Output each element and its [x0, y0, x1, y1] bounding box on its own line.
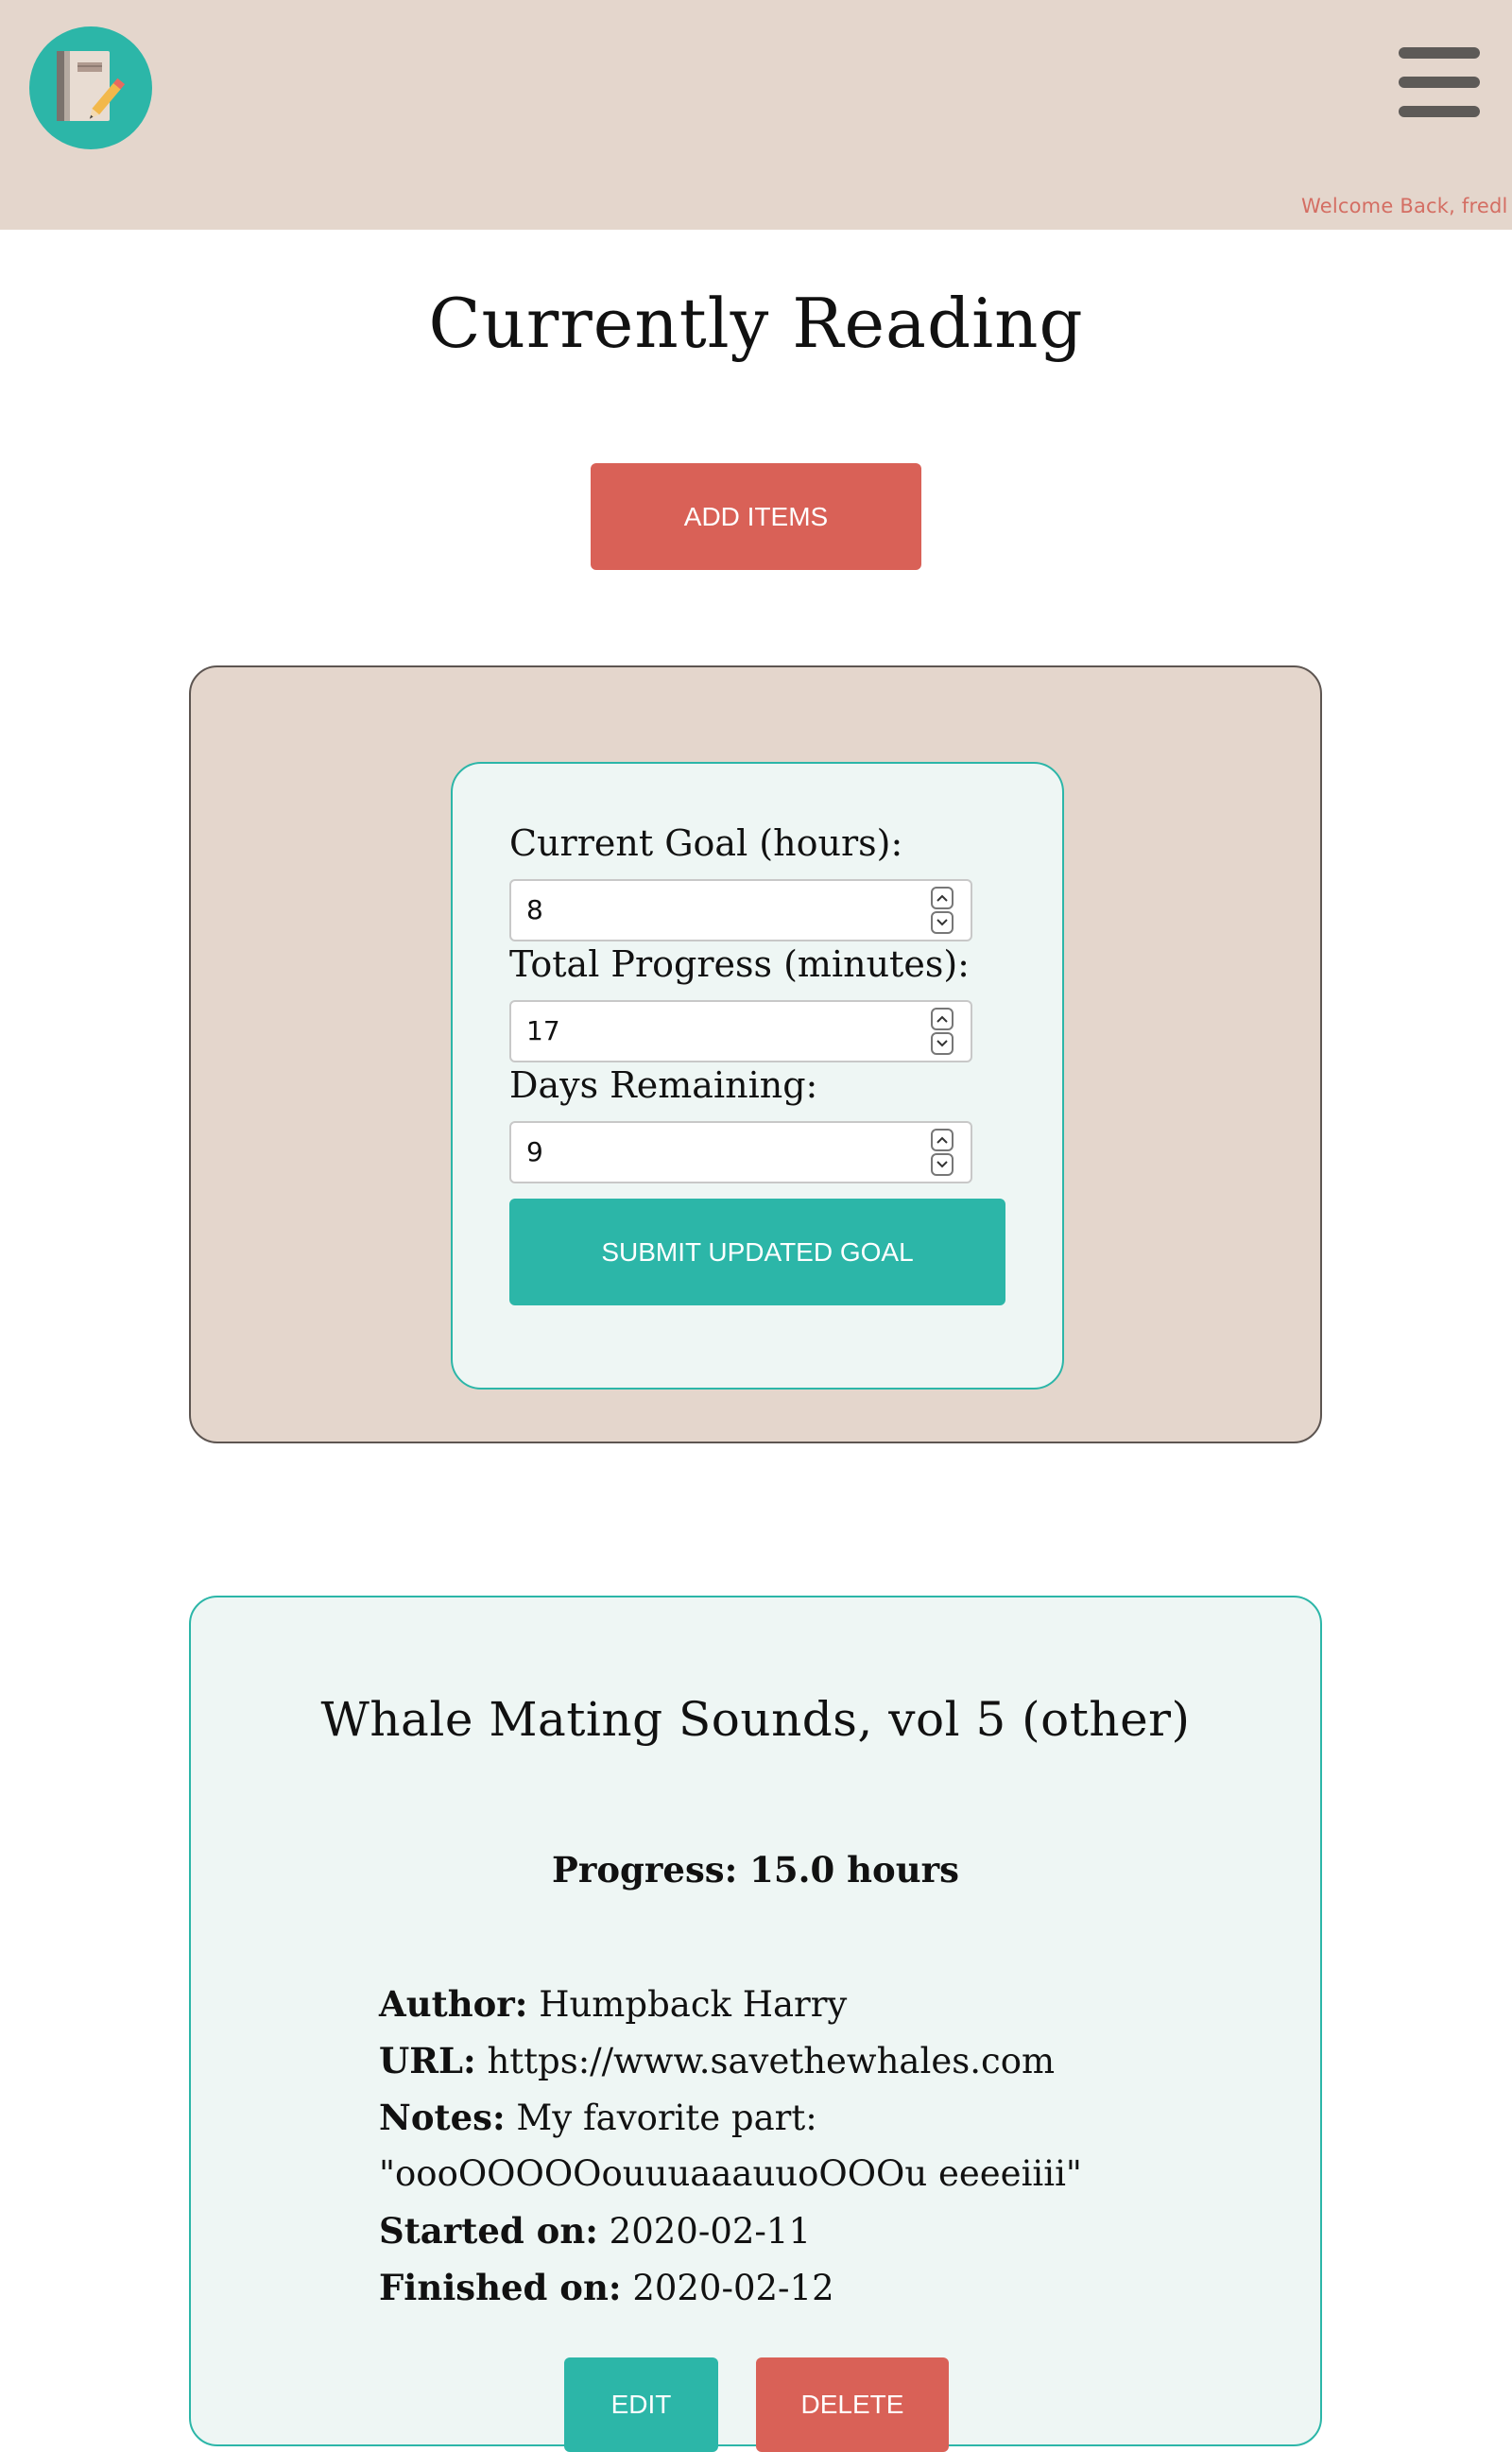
delete-button[interactable]: DELETE [756, 2357, 949, 2452]
total-progress-value: 17 [526, 1015, 560, 1046]
days-remaining-input[interactable]: 9 [509, 1121, 972, 1183]
page-title: Currently Reading [428, 284, 1084, 363]
notebook-pencil-icon[interactable] [29, 26, 152, 149]
total-progress-label: Total Progress (minutes): [509, 943, 970, 985]
finished-row: Finished on: 2020-02-12 [379, 2267, 834, 2308]
author-row: Author: Humpback Harry [379, 1983, 847, 2025]
welcome-message: Welcome Back, fredl [1301, 195, 1508, 217]
hamburger-menu-icon[interactable] [1399, 45, 1482, 119]
goal-form: Current Goal (hours): 8 Total Progress (… [451, 762, 1064, 1390]
chevron-up-icon[interactable] [931, 1008, 954, 1030]
add-items-button[interactable]: ADD ITEMS [591, 463, 921, 570]
author-label: Author: [379, 1983, 528, 2025]
total-progress-input[interactable]: 17 [509, 1000, 972, 1062]
current-goal-stepper[interactable] [931, 887, 955, 936]
chevron-down-icon[interactable] [931, 1032, 954, 1055]
current-goal-input[interactable]: 8 [509, 879, 972, 941]
total-progress-stepper[interactable] [931, 1008, 955, 1057]
item-progress: Progress: 15.0 hours [552, 1849, 959, 1891]
started-label: Started on: [379, 2210, 598, 2252]
chevron-down-icon[interactable] [931, 1153, 954, 1176]
finished-label: Finished on: [379, 2267, 622, 2308]
goal-section: Current Goal (hours): 8 Total Progress (… [189, 665, 1322, 1443]
url-value: https://www.savethewhales.com [487, 2041, 1056, 2081]
author-value: Humpback Harry [539, 1984, 848, 2025]
days-remaining-label: Days Remaining: [509, 1064, 818, 1106]
edit-button[interactable]: EDIT [564, 2357, 718, 2452]
url-row: URL: https://www.savethewhales.com [379, 2040, 1055, 2081]
chevron-down-icon[interactable] [931, 911, 954, 934]
top-header: Welcome Back, fredl [0, 0, 1512, 230]
days-remaining-stepper[interactable] [931, 1129, 955, 1178]
current-goal-label: Current Goal (hours): [509, 822, 903, 864]
started-value: 2020-02-11 [609, 2211, 811, 2252]
submit-goal-button[interactable]: SUBMIT UPDATED GOAL [509, 1199, 1005, 1305]
item-title: Whale Mating Sounds, vol 5 (other) [320, 1692, 1191, 1747]
url-label: URL: [379, 2040, 476, 2081]
notes-continuation: "oooOOOOOouuuaaauuoOOOu eeeeiiii" [379, 2153, 1082, 2194]
notes-label: Notes: [379, 2097, 506, 2138]
chevron-up-icon[interactable] [931, 887, 954, 909]
reading-item-card: Whale Mating Sounds, vol 5 (other) Progr… [189, 1596, 1322, 2452]
finished-value: 2020-02-12 [632, 2268, 834, 2308]
notes-row: Notes: My favorite part: [379, 2097, 817, 2138]
notes-value: My favorite part: [516, 2098, 817, 2138]
days-remaining-value: 9 [526, 1136, 543, 1167]
current-goal-value: 8 [526, 894, 543, 925]
started-row: Started on: 2020-02-11 [379, 2210, 811, 2252]
chevron-up-icon[interactable] [931, 1129, 954, 1151]
